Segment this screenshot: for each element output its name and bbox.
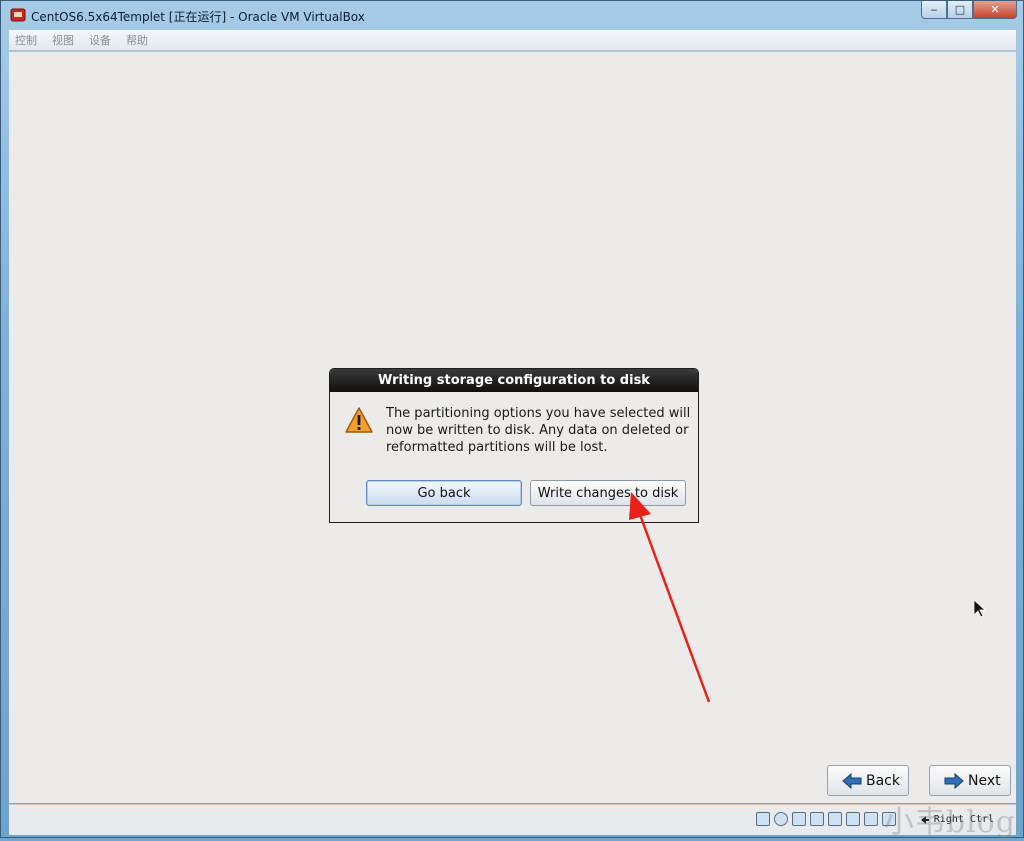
status-bar: Right Ctrl 小韦blog — [9, 804, 1016, 840]
next-button[interactable]: Next — [929, 765, 1011, 796]
usb-icon[interactable] — [810, 812, 824, 826]
red-annotation-arrow — [629, 492, 711, 703]
left-arrow-icon — [842, 772, 862, 789]
minimize-button[interactable]: ‒ — [921, 1, 947, 19]
video-capture-icon[interactable] — [846, 812, 860, 826]
next-label: Next — [968, 772, 1001, 789]
dialog-message: The partitioning options you have select… — [386, 406, 691, 455]
close-button[interactable]: ✕ — [973, 1, 1017, 19]
right-arrow-icon — [944, 772, 964, 789]
menu-bar: 控制 视图 设备 帮助 — [9, 30, 1016, 51]
optical-drive-icon[interactable] — [774, 812, 788, 826]
virtualbox-window: CentOS6.5x64Templet [正在运行] - Oracle VM V… — [0, 0, 1024, 840]
window-controls: ‒ □ ✕ — [921, 1, 1017, 21]
maximize-button[interactable]: □ — [947, 1, 973, 19]
back-button[interactable]: Back — [827, 765, 909, 796]
virtualbox-app-icon — [10, 8, 26, 22]
mouse-integration-icon[interactable] — [882, 812, 896, 826]
dialog-title: Writing storage configuration to disk — [330, 369, 698, 392]
mouse-cursor-icon — [974, 600, 986, 618]
hard-disk-icon[interactable] — [756, 812, 770, 826]
window-title: CentOS6.5x64Templet [正在运行] - Oracle VM V… — [31, 10, 365, 24]
menu-devices[interactable]: 设备 — [89, 32, 111, 48]
menu-control[interactable]: 控制 — [15, 32, 37, 48]
status-icons — [752, 812, 896, 826]
shared-folder-icon[interactable] — [828, 812, 842, 826]
menu-help[interactable]: 帮助 — [126, 32, 148, 48]
warning-icon — [345, 407, 373, 433]
host-key-indicator: Right Ctrl — [920, 814, 994, 825]
vm-display[interactable]: Writing storage configuration to disk Th… — [9, 52, 1016, 803]
back-label: Back — [866, 772, 900, 789]
host-key-arrow-icon — [920, 815, 929, 824]
go-back-button[interactable]: Go back — [366, 480, 522, 506]
host-key-label: Right Ctrl — [933, 814, 994, 825]
title-bar[interactable]: CentOS6.5x64Templet [正在运行] - Oracle VM V… — [1, 1, 1023, 29]
network-icon[interactable] — [792, 812, 806, 826]
menu-view[interactable]: 视图 — [52, 32, 74, 48]
virtualization-icon[interactable] — [864, 812, 878, 826]
